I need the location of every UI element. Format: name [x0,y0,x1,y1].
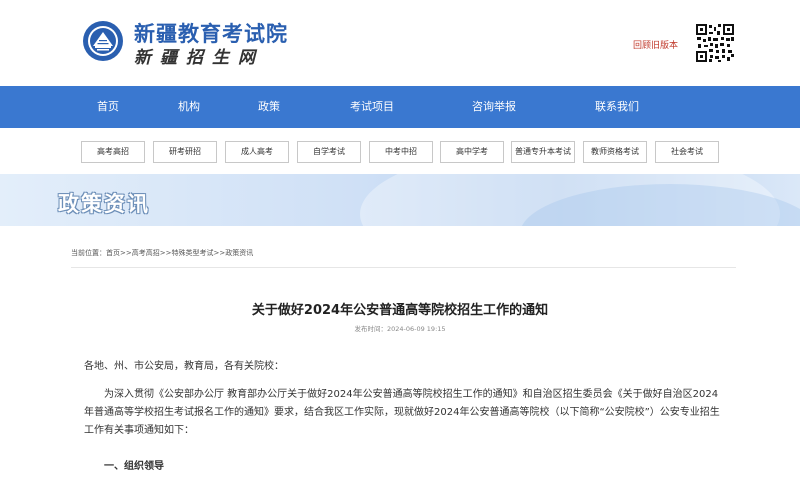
old-version-link[interactable]: 回顾旧版本 [633,38,678,51]
article-title: 关于做好2024年公安普通高等院校招生工作的通知 [251,303,549,318]
site-header: 新疆教育考试院 新疆招生网 回顾旧版本 [0,0,800,86]
main-nav: 首页 机构 政策 考试项目 咨询举报 联系我们 [0,86,800,128]
nav-item-home[interactable]: 首页 [97,86,119,128]
site-subtitle: 新疆招生网 [134,48,264,68]
nav-item-contact-us[interactable]: 联系我们 [595,86,639,128]
nav-item-organization[interactable]: 机构 [178,86,200,128]
category-bar: 高考高招 研考研招 成人高考 自学考试 中考中招 高中学考 普通专升本考试 教师… [0,128,800,174]
category-button-gaokao[interactable]: 高考高招 [81,141,145,163]
article-paragraph: 为深入贯彻《公安部办公厅 教育部办公厅关于做好2024年公安普通高等院校招生工作… [84,389,720,436]
article-salutation: 各地、州、市公安局，教育局，各有关院校： [84,361,284,372]
article-meta: 发布时间：2024-06-09 19:15 [0,323,800,333]
category-button-upgrade[interactable]: 普通专升本考试 [511,141,575,163]
exam-institute-emblem-icon[interactable] [82,20,124,62]
publish-time-value: 2024-06-09 19:15 [386,325,446,333]
category-button-teacher[interactable]: 教师资格考试 [583,141,647,163]
breadcrumb-item[interactable]: >>特殊类型考试 [160,248,214,258]
article-section-heading: 一、组织领导 [104,461,164,472]
category-button-social[interactable]: 社会考试 [655,141,719,163]
breadcrumb-item[interactable]: >>政策资讯 [213,248,253,258]
category-button-adult[interactable]: 成人高考 [225,141,289,163]
publish-time-label: 发布时间： [354,325,387,333]
category-button-high-school[interactable]: 高中学考 [440,141,504,163]
section-banner: 政策资讯 [0,174,800,226]
breadcrumb: 当前位置：首页>>高考高招>>特殊类型考试>>政策资讯 [71,248,736,268]
category-button-zhongkao[interactable]: 中考中招 [369,141,433,163]
qr-code-icon [695,23,735,63]
nav-item-exam-projects[interactable]: 考试项目 [350,86,394,128]
breadcrumb-item[interactable]: >>高考高招 [120,248,160,258]
breadcrumb-item[interactable]: 首页 [106,248,120,258]
banner-title: 政策资讯 [58,192,150,216]
category-button-graduate[interactable]: 研考研招 [153,141,217,163]
category-button-self-study[interactable]: 自学考试 [297,141,361,163]
nav-item-consult-report[interactable]: 咨询举报 [472,86,516,128]
nav-item-policy[interactable]: 政策 [258,86,280,128]
breadcrumb-label: 当前位置： [71,249,106,257]
